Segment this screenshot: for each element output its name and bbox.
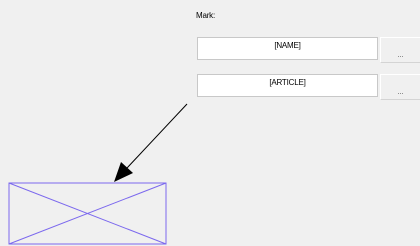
mark-settings-panel: Mark: [NAME] ... [ARTICLE] ... [0,0,420,246]
placeholder-image-icon [8,182,167,245]
mark-preview [8,103,188,245]
leader-arrow-icon [114,103,188,182]
